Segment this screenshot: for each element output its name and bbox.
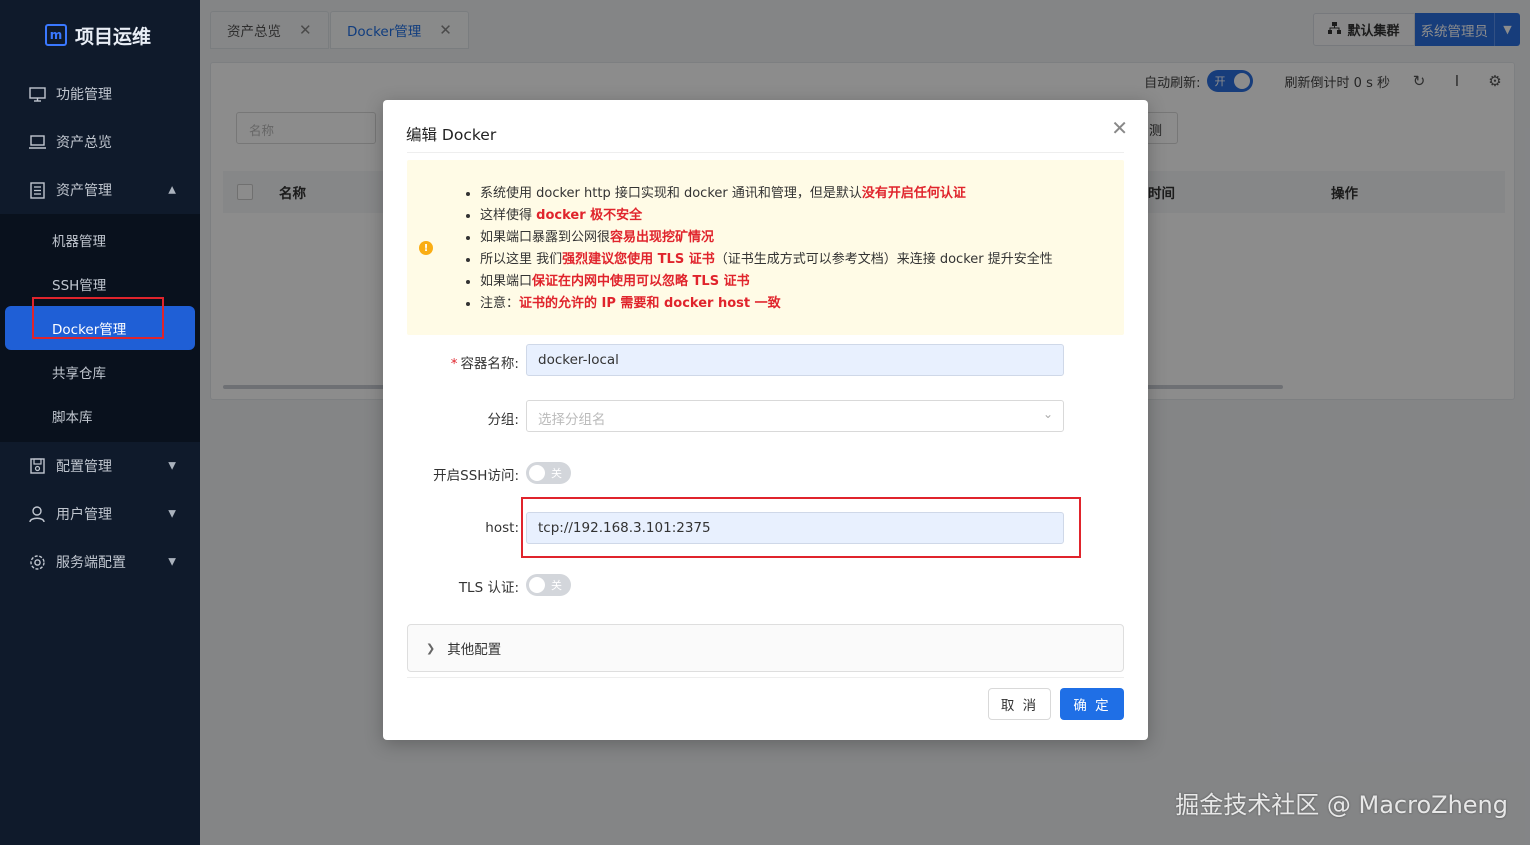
alert-item: 所以这里 我们强烈建议您使用 TLS 证书（证书生成方式可以参考文档）来连接 d… bbox=[480, 249, 1053, 271]
host-label: host: bbox=[485, 520, 519, 536]
sidebar-subitem-ssh[interactable]: SSH管理 bbox=[0, 262, 200, 306]
alert-highlight: 保证在内网中使用可以忽略 TLS 证书 bbox=[532, 274, 750, 289]
confirm-button[interactable]: 确 定 bbox=[1060, 688, 1124, 720]
sidebar-subitem-script-lib[interactable]: 脚本库 bbox=[0, 394, 200, 438]
subitem-label: 共享仓库 bbox=[52, 366, 106, 382]
chevron-down-icon: ▼ bbox=[168, 460, 176, 472]
chevron-up-icon: ▲ bbox=[168, 184, 176, 196]
sidebar-subitem-machine[interactable]: 机器管理 bbox=[0, 218, 200, 262]
sidebar-item-config-management[interactable]: 配置管理 ▼ bbox=[0, 442, 200, 490]
logo-icon: m bbox=[45, 24, 67, 46]
sidebar-item-asset-management[interactable]: 资产管理 ▲ bbox=[0, 166, 200, 214]
alert-item: 如果端口保证在内网中使用可以忽略 TLS 证书 bbox=[480, 271, 1053, 293]
divider bbox=[407, 152, 1124, 153]
divider bbox=[407, 677, 1124, 678]
monitor-icon bbox=[28, 85, 46, 103]
container-name-input[interactable]: docker-local bbox=[526, 344, 1064, 376]
tls-label: TLS 认证: bbox=[458, 580, 519, 596]
alert-highlight: docker 极不安全 bbox=[536, 208, 643, 223]
sidebar-item-label: 服务端配置 bbox=[56, 555, 126, 571]
sidebar-item-label: 功能管理 bbox=[56, 87, 112, 103]
laptop-icon bbox=[28, 133, 46, 151]
save-icon bbox=[28, 457, 46, 475]
edit-docker-modal: 编辑 Docker ✕ ! 系统使用 docker http 接口实现和 doc… bbox=[383, 100, 1148, 740]
cancel-button[interactable]: 取 消 bbox=[988, 688, 1051, 720]
switch-knob bbox=[529, 465, 545, 481]
container-name-label: * 容器名称: bbox=[451, 352, 519, 372]
submenu-asset-management: 机器管理 SSH管理 Docker管理 共享仓库 脚本库 bbox=[0, 214, 200, 442]
document-icon bbox=[28, 181, 46, 199]
switch-knob bbox=[529, 577, 545, 593]
alert-item: 如果端口暴露到公网很容易出现挖矿情况 bbox=[480, 227, 1053, 249]
alert-item: 这样使得 docker 极不安全 bbox=[480, 205, 1053, 227]
ssh-access-label: 开启SSH访问: bbox=[433, 468, 519, 484]
tls-switch[interactable]: 关 bbox=[526, 574, 571, 596]
alert-text: 所以这里 我们 bbox=[480, 252, 563, 267]
sidebar: m 项目运维 功能管理 资产总览 资产管理 ▲ 机器管理 SSH管理 Docke… bbox=[0, 0, 200, 845]
warning-icon: ! bbox=[419, 241, 433, 255]
alert-text: 系统使用 docker http 接口实现和 docker 通讯和管理，但是默认 bbox=[480, 186, 862, 201]
sidebar-item-label: 用户管理 bbox=[56, 507, 112, 523]
alert-highlight: 证书的允许的 IP 需要和 docker host 一致 bbox=[519, 296, 781, 311]
alert-highlight: 容易出现挖矿情况 bbox=[610, 230, 715, 245]
alert-text: 注意： bbox=[480, 296, 520, 311]
required-mark: * bbox=[450, 356, 458, 372]
sidebar-item-server-config[interactable]: 服务端配置 ▼ bbox=[0, 538, 200, 586]
alert-text: 如果端口暴露到公网很 bbox=[480, 230, 611, 245]
sidebar-item-label: 资产管理 bbox=[56, 183, 112, 199]
chevron-down-icon: ⌄ bbox=[1042, 407, 1053, 421]
other-config-collapse[interactable]: ❯ 其他配置 bbox=[407, 624, 1124, 672]
app-title: 项目运维 bbox=[75, 25, 152, 48]
host-input[interactable]: tcp://192.168.3.101:2375 bbox=[526, 512, 1064, 544]
group-select[interactable]: 选择分组名 ⌄ bbox=[526, 400, 1064, 432]
sidebar-item-function[interactable]: 功能管理 bbox=[0, 70, 200, 118]
subitem-label: SSH管理 bbox=[52, 278, 107, 294]
group-label: 分组: bbox=[487, 412, 519, 428]
select-placeholder: 选择分组名 bbox=[538, 412, 606, 428]
app-logo[interactable]: m 项目运维 bbox=[0, 0, 200, 70]
ssh-access-switch[interactable]: 关 bbox=[526, 462, 571, 484]
sidebar-subitem-shared-repo[interactable]: 共享仓库 bbox=[0, 350, 200, 394]
alert-text: 这样使得 bbox=[480, 208, 537, 223]
sidebar-item-asset-overview[interactable]: 资产总览 bbox=[0, 118, 200, 166]
subitem-label: 脚本库 bbox=[52, 410, 93, 426]
sidebar-item-user-management[interactable]: 用户管理 ▼ bbox=[0, 490, 200, 538]
sidebar-subitem-docker[interactable]: Docker管理 bbox=[5, 306, 195, 350]
alert-text: （证书生成方式可以参考文档）来连接 docker 提升安全性 bbox=[714, 252, 1053, 267]
alert-list: 系统使用 docker http 接口实现和 docker 通讯和管理，但是默认… bbox=[480, 183, 1053, 315]
alert-highlight: 没有开启任何认证 bbox=[861, 186, 966, 201]
gear-icon bbox=[28, 553, 46, 571]
chevron-down-icon: ▼ bbox=[168, 508, 176, 520]
switch-state: 关 bbox=[551, 579, 562, 592]
alert-highlight: 强烈建议您使用 TLS 证书 bbox=[562, 252, 715, 267]
collapse-label: 其他配置 bbox=[447, 642, 502, 658]
alert-item: 注意：证书的允许的 IP 需要和 docker host 一致 bbox=[480, 293, 1053, 315]
user-icon bbox=[28, 505, 46, 523]
switch-state: 关 bbox=[551, 467, 562, 480]
alert-text: 如果端口 bbox=[480, 274, 533, 289]
label-text: 容器名称: bbox=[460, 356, 519, 372]
close-icon[interactable]: ✕ bbox=[1111, 116, 1128, 140]
sidebar-item-label: 资产总览 bbox=[56, 135, 112, 151]
watermark: 掘金技术社区 @ MacroZheng bbox=[1175, 791, 1508, 819]
chevron-down-icon: ▼ bbox=[168, 556, 176, 568]
sidebar-item-label: 配置管理 bbox=[56, 459, 112, 475]
subitem-label: Docker管理 bbox=[52, 322, 127, 338]
security-alert: ! 系统使用 docker http 接口实现和 docker 通讯和管理，但是… bbox=[407, 160, 1124, 335]
chevron-right-icon: ❯ bbox=[426, 641, 436, 655]
subitem-label: 机器管理 bbox=[52, 234, 106, 250]
alert-item: 系统使用 docker http 接口实现和 docker 通讯和管理，但是默认… bbox=[480, 183, 1053, 205]
modal-title: 编辑 Docker bbox=[406, 126, 497, 144]
